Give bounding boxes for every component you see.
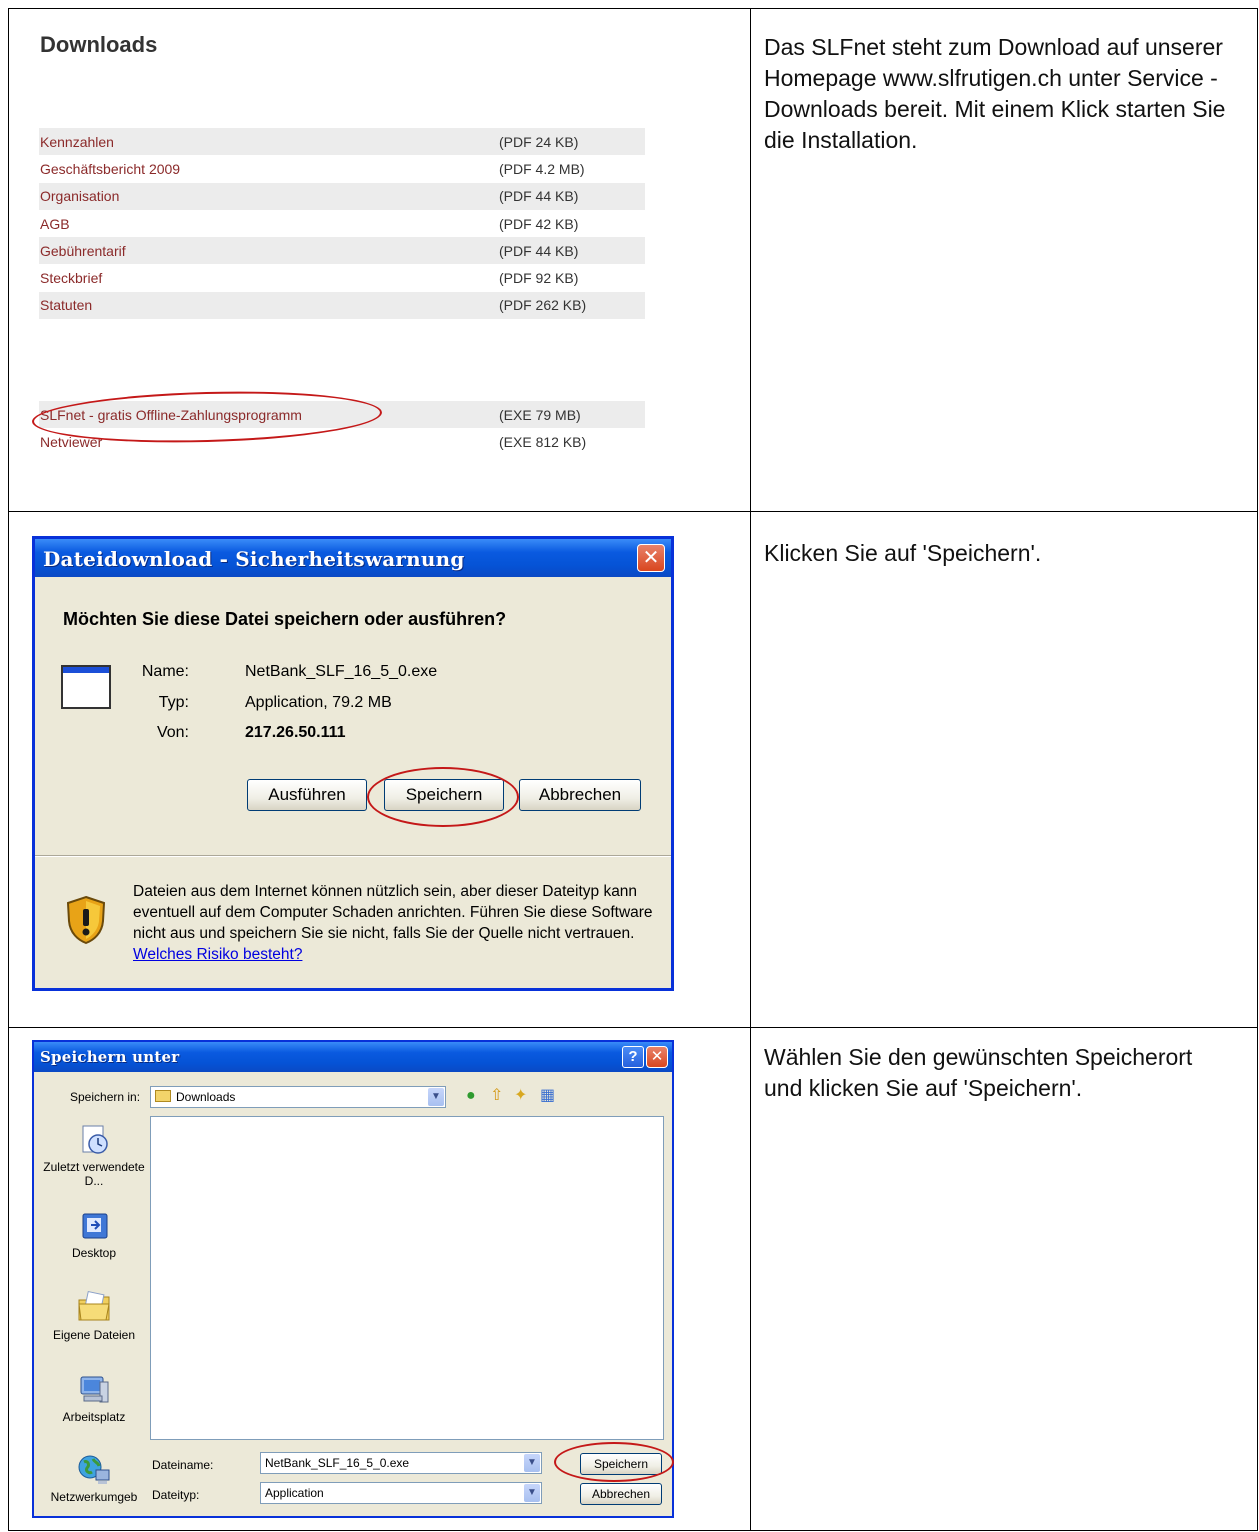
help-button[interactable]: ?	[622, 1046, 644, 1068]
my-documents-icon	[78, 1290, 110, 1321]
save-in-label: Speichern in:	[70, 1090, 141, 1104]
highlight-ellipse	[554, 1442, 674, 1482]
dialog-question: Möchten Sie diese Datei speichern oder a…	[63, 609, 507, 629]
place-label: Zuletzt verwendete D...	[43, 1160, 145, 1188]
download-link[interactable]: Statuten	[39, 297, 499, 313]
from-label: Von:	[156, 724, 189, 741]
filename-input[interactable]: NetBank_SLF_16_5_0.exe ▼	[260, 1452, 542, 1474]
place-my-documents[interactable]: Eigene Dateien	[42, 1290, 146, 1342]
place-desktop[interactable]: Desktop	[42, 1212, 146, 1260]
download-link[interactable]: Steckbrief	[39, 270, 499, 286]
file-size: (PDF 92 KB)	[499, 270, 579, 287]
list-item[interactable]: Geschäftsbericht 2009 (PDF 4.2 MB)	[39, 155, 645, 182]
download-link[interactable]: Organisation	[39, 188, 499, 204]
type-value: Application, 79.2 MB	[245, 694, 392, 711]
filename-label: Dateiname:	[152, 1458, 214, 1472]
run-button[interactable]: Ausführen	[247, 779, 367, 811]
file-size: (PDF 262 KB)	[499, 297, 587, 314]
folder-icon	[155, 1090, 171, 1102]
place-label: Arbeitsplatz	[62, 1410, 126, 1424]
filename-value: NetBank_SLF_16_5_0.exe	[265, 1456, 410, 1470]
warning-message: Dateien aus dem Internet können nützlich…	[133, 883, 653, 942]
place-my-computer[interactable]: Arbeitsplatz	[42, 1374, 146, 1424]
file-list-area[interactable]	[150, 1116, 664, 1440]
download-link[interactable]: Geschäftsbericht 2009	[39, 161, 499, 177]
downloads-list: Kennzahlen (PDF 24 KB) Geschäftsbericht 2…	[39, 128, 645, 320]
list-item[interactable]: Steckbrief (PDF 92 KB)	[39, 264, 645, 291]
network-icon	[78, 1455, 110, 1484]
filetype-value: Application	[265, 1486, 324, 1500]
dialog-title: Dateidownload - Sicherheitswarnung	[43, 547, 465, 571]
chevron-down-icon: ▼	[524, 1454, 540, 1472]
from-value: 217.26.50.111	[245, 724, 346, 741]
cancel-button[interactable]: Abbrechen	[519, 779, 641, 811]
chevron-down-icon: ▼	[524, 1484, 540, 1502]
type-label: Typ:	[158, 694, 189, 711]
file-size: (EXE 812 KB)	[499, 433, 587, 450]
downloads-title: Downloads	[40, 32, 158, 57]
instruction-step3: Wählen Sie den gewünschten Speicherort u…	[764, 1044, 1193, 1101]
instruction-step2: Klicken Sie auf 'Speichern'.	[764, 540, 1042, 566]
filetype-select[interactable]: Application ▼	[260, 1482, 542, 1504]
my-computer-icon	[80, 1376, 109, 1403]
place-network[interactable]: Netzwerkumgeb	[42, 1454, 146, 1504]
dialog-title: Speichern unter	[40, 1048, 180, 1066]
filetype-label: Dateityp:	[152, 1488, 200, 1502]
name-value: NetBank_SLF_16_5_0.exe	[245, 663, 438, 680]
file-size: (EXE 79 MB)	[499, 406, 581, 423]
highlight-ellipse	[367, 767, 519, 827]
list-item[interactable]: AGB (PDF 42 KB)	[39, 210, 645, 237]
place-recent[interactable]: Zuletzt verwendete D...	[42, 1124, 146, 1188]
cancel-button[interactable]: Abbrechen	[580, 1483, 662, 1505]
place-label: Netzwerkumgeb	[50, 1490, 138, 1504]
name-label: Name:	[141, 663, 189, 680]
download-link[interactable]: AGB	[39, 216, 499, 232]
warning-shield-icon	[66, 895, 106, 945]
download-link[interactable]: Gebührentarif	[39, 243, 499, 259]
recent-icon	[82, 1125, 108, 1154]
save-in-value: Downloads	[176, 1090, 236, 1104]
list-item[interactable]: Statuten (PDF 262 KB)	[39, 291, 645, 320]
list-item[interactable]: Kennzahlen (PDF 24 KB)	[39, 128, 645, 156]
up-folder-icon[interactable]: ⇧	[490, 1087, 503, 1105]
list-item[interactable]: Organisation (PDF 44 KB)	[39, 182, 645, 210]
file-size: (PDF 42 KB)	[499, 215, 579, 232]
chevron-down-icon: ▼	[428, 1088, 444, 1106]
dialog-titlebar: Speichern unter ? ✕	[34, 1042, 672, 1072]
place-label: Eigene Dateien	[52, 1328, 136, 1342]
desktop-icon	[82, 1213, 108, 1239]
view-menu-icon[interactable]: ▦	[540, 1087, 555, 1105]
column-divider	[750, 9, 751, 1530]
file-size: (PDF 44 KB)	[499, 188, 579, 205]
instruction-step1: Das SLFnet steht zum Download auf unsere…	[764, 34, 1226, 153]
row-divider	[9, 1027, 1257, 1028]
divider	[35, 855, 671, 857]
place-label: Desktop	[71, 1246, 117, 1260]
close-button[interactable]: ✕	[646, 1046, 668, 1068]
new-folder-icon[interactable]: ✦	[514, 1087, 527, 1105]
download-link[interactable]: Kennzahlen	[39, 134, 499, 150]
file-size: (PDF 24 KB)	[499, 133, 579, 150]
back-icon[interactable]: ●	[466, 1087, 476, 1105]
dialog-titlebar: Dateidownload - Sicherheitswarnung ✕	[35, 539, 671, 577]
download-dialog: Dateidownload - Sicherheitswarnung ✕ Möc…	[32, 536, 674, 991]
close-button[interactable]: ✕	[637, 544, 665, 572]
application-icon	[61, 665, 111, 709]
file-size: (PDF 44 KB)	[499, 242, 579, 259]
list-item[interactable]: Gebührentarif (PDF 44 KB)	[39, 237, 645, 265]
places-bar: Zuletzt verwendete D... Desktop Eigene D…	[42, 1116, 145, 1513]
file-size: (PDF 4.2 MB)	[499, 160, 585, 177]
warning-text: Dateien aus dem Internet können nützlich…	[133, 881, 653, 965]
save-as-dialog: Speichern unter ? ✕ Speichern in: Downlo…	[32, 1040, 674, 1518]
save-in-select[interactable]: Downloads ▼	[150, 1086, 446, 1108]
row-divider	[9, 511, 1257, 512]
risk-link[interactable]: Welches Risiko besteht?	[133, 946, 302, 963]
